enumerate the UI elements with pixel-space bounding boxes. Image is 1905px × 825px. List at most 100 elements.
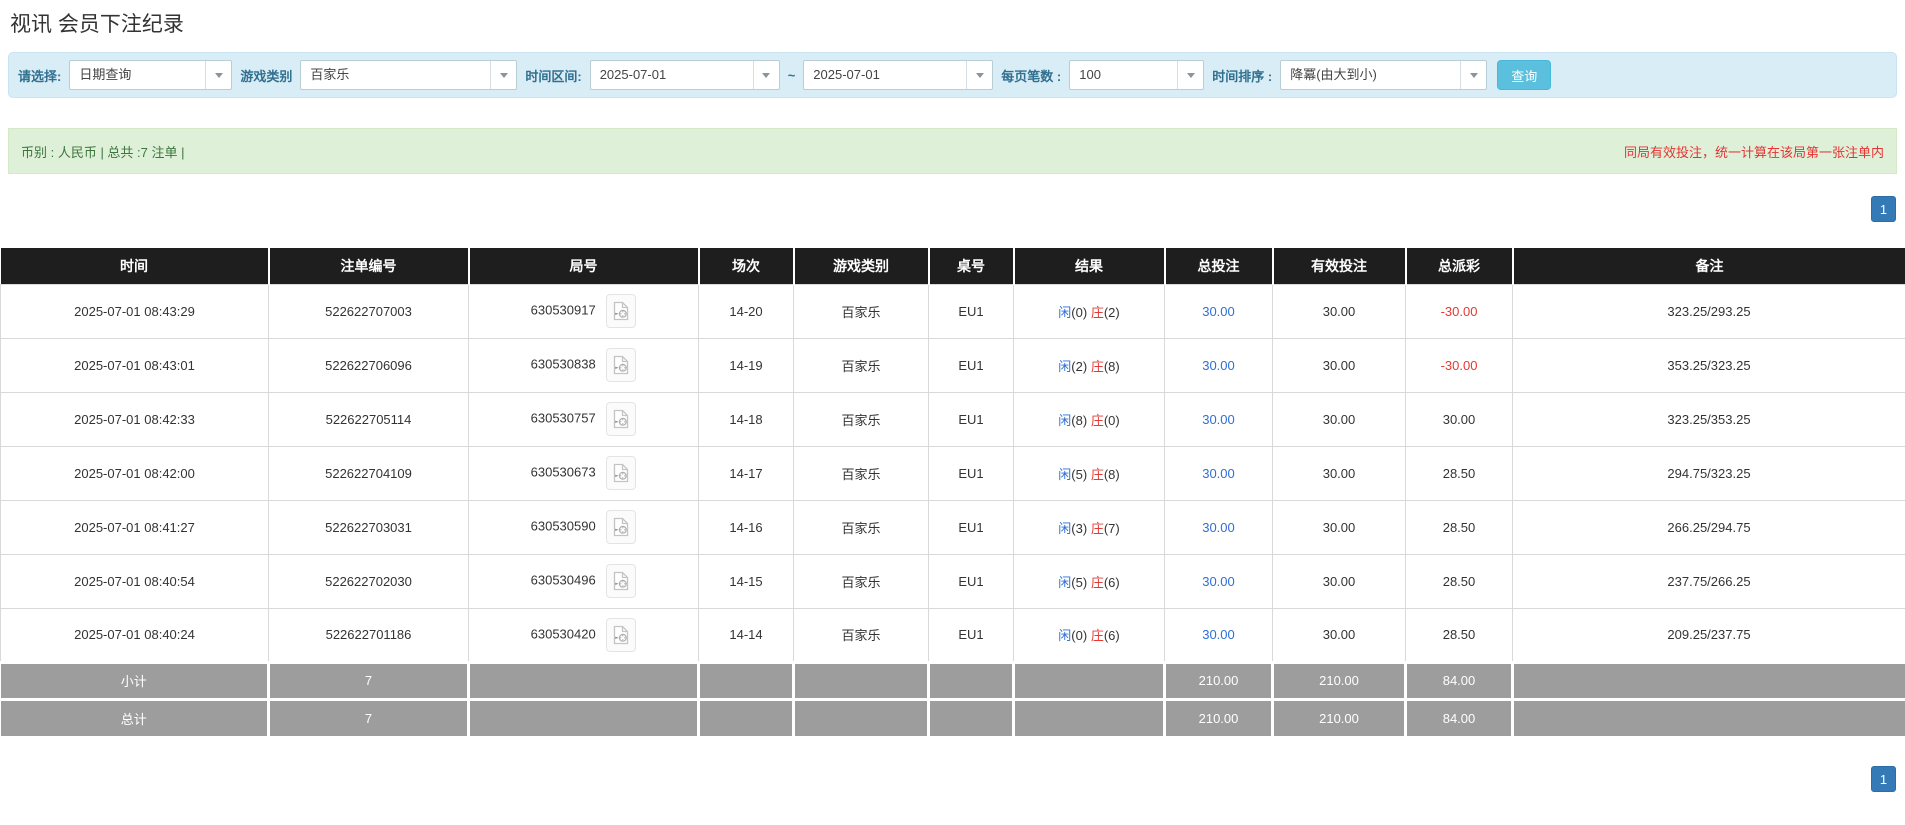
column-header: 备注 bbox=[1513, 248, 1905, 284]
banker-result-value: (6) bbox=[1104, 575, 1120, 590]
round-id-text: 630530590 bbox=[531, 518, 596, 533]
header-row: 时间注单编号局号场次游戏类别桌号结果总投注有效投注总派彩备注 bbox=[1, 248, 1905, 284]
video-replay-button[interactable] bbox=[606, 510, 636, 544]
pagination-page-1[interactable]: 1 bbox=[1871, 766, 1896, 792]
player-result-label: 闲 bbox=[1058, 359, 1071, 374]
cell-session: 14-16 bbox=[699, 500, 794, 554]
cell-session: 14-18 bbox=[699, 392, 794, 446]
video-replay-button[interactable] bbox=[606, 618, 636, 652]
banker-result-label: 庄 bbox=[1091, 628, 1104, 643]
column-header: 注单编号 bbox=[269, 248, 469, 284]
column-header: 桌号 bbox=[929, 248, 1014, 284]
total-bet-link[interactable]: 30.00 bbox=[1202, 574, 1235, 589]
sort-order-select[interactable]: 降冪(由大到小) bbox=[1280, 60, 1487, 90]
search-button[interactable]: 查询 bbox=[1497, 60, 1551, 90]
video-file-icon bbox=[612, 301, 630, 321]
page-size-select[interactable]: 100 bbox=[1069, 60, 1204, 90]
banker-result-label: 庄 bbox=[1091, 575, 1104, 590]
date-mode-select[interactable]: 日期查询 bbox=[69, 60, 232, 90]
chevron-down-icon[interactable] bbox=[1460, 61, 1486, 89]
pagination-top: 1 bbox=[9, 196, 1896, 222]
total-bet-link[interactable]: 30.00 bbox=[1202, 304, 1235, 319]
sort-order-value: 降冪(由大到小) bbox=[1281, 61, 1460, 89]
cell-result: 闲(0) 庄(2) bbox=[1014, 284, 1165, 338]
empty-cell bbox=[699, 699, 794, 736]
total-bet-link[interactable]: 30.00 bbox=[1202, 627, 1235, 642]
cell-total-bet: 30.00 bbox=[1165, 608, 1273, 662]
banker-result-label: 庄 bbox=[1091, 413, 1104, 428]
cell-valid-bet: 30.00 bbox=[1273, 392, 1406, 446]
total-total-bet: 210.00 bbox=[1165, 699, 1273, 736]
cell-result: 闲(5) 庄(8) bbox=[1014, 446, 1165, 500]
column-header: 局号 bbox=[469, 248, 699, 284]
date-to-picker[interactable]: 2025-07-01 bbox=[803, 60, 993, 90]
cell-bet-id: 522622707003 bbox=[269, 284, 469, 338]
sort-order-label: 时间排序 : bbox=[1212, 66, 1272, 85]
empty-cell bbox=[794, 699, 929, 736]
cell-time: 2025-07-01 08:42:00 bbox=[1, 446, 269, 500]
banker-result-label: 庄 bbox=[1091, 305, 1104, 320]
cell-valid-bet: 30.00 bbox=[1273, 284, 1406, 338]
video-file-icon bbox=[612, 409, 630, 429]
video-file-icon bbox=[612, 517, 630, 537]
video-replay-button[interactable] bbox=[606, 348, 636, 382]
total-payout: 84.00 bbox=[1406, 699, 1513, 736]
total-bet-link[interactable]: 30.00 bbox=[1202, 520, 1235, 535]
cell-time: 2025-07-01 08:42:33 bbox=[1, 392, 269, 446]
date-mode-value: 日期查询 bbox=[70, 61, 205, 89]
player-result-value: (5) bbox=[1071, 575, 1087, 590]
player-result-label: 闲 bbox=[1058, 467, 1071, 482]
cell-game-type: 百家乐 bbox=[794, 338, 929, 392]
cell-table-no: EU1 bbox=[929, 608, 1014, 662]
total-count: 7 bbox=[269, 699, 469, 736]
cell-valid-bet: 30.00 bbox=[1273, 338, 1406, 392]
chevron-down-icon[interactable] bbox=[1177, 61, 1203, 89]
banker-result-value: (6) bbox=[1104, 628, 1120, 643]
total-valid-bet: 210.00 bbox=[1273, 699, 1406, 736]
total-bet-link[interactable]: 30.00 bbox=[1202, 412, 1235, 427]
empty-cell bbox=[794, 662, 929, 699]
date-range-label: 时间区间: bbox=[525, 66, 581, 85]
subtotal-label: 小计 bbox=[1, 662, 269, 699]
video-replay-button[interactable] bbox=[606, 294, 636, 328]
player-result-label: 闲 bbox=[1058, 521, 1071, 536]
cell-table-no: EU1 bbox=[929, 554, 1014, 608]
column-header: 有效投注 bbox=[1273, 248, 1406, 284]
cell-game-type: 百家乐 bbox=[794, 446, 929, 500]
chevron-down-icon[interactable] bbox=[490, 61, 516, 89]
cell-valid-bet: 30.00 bbox=[1273, 500, 1406, 554]
column-header: 游戏类别 bbox=[794, 248, 929, 284]
round-id-text: 630530838 bbox=[531, 356, 596, 371]
column-header: 总派彩 bbox=[1406, 248, 1513, 284]
total-bet-link[interactable]: 30.00 bbox=[1202, 466, 1235, 481]
table-row: 2025-07-01 08:42:33 522622705114 6305307… bbox=[1, 392, 1905, 446]
table-row: 2025-07-01 08:41:27 522622703031 6305305… bbox=[1, 500, 1905, 554]
cell-round-id: 630530673 bbox=[469, 446, 699, 500]
video-replay-button[interactable] bbox=[606, 564, 636, 598]
round-id-text: 630530757 bbox=[531, 410, 596, 425]
video-file-icon bbox=[612, 463, 630, 483]
page-title: 视讯 会员下注纪录 bbox=[10, 8, 1905, 38]
cell-round-id: 630530917 bbox=[469, 284, 699, 338]
cell-valid-bet: 30.00 bbox=[1273, 608, 1406, 662]
date-from-picker[interactable]: 2025-07-01 bbox=[590, 60, 780, 90]
notice-text: 同局有效投注，统一计算在该局第一张注单内 bbox=[1624, 142, 1884, 161]
chevron-down-icon[interactable] bbox=[966, 61, 992, 89]
range-separator: ~ bbox=[788, 68, 796, 83]
total-bet-link[interactable]: 30.00 bbox=[1202, 358, 1235, 373]
cell-remark: 237.75/266.25 bbox=[1513, 554, 1905, 608]
filter-bar: 请选择: 日期查询 游戏类别 百家乐 时间区间: 2025-07-01 ~ 20… bbox=[8, 52, 1897, 98]
page-size-value: 100 bbox=[1070, 61, 1177, 89]
total-label: 总计 bbox=[1, 699, 269, 736]
cell-total-bet: 30.00 bbox=[1165, 446, 1273, 500]
game-type-select[interactable]: 百家乐 bbox=[300, 60, 517, 90]
cell-round-id: 630530757 bbox=[469, 392, 699, 446]
cell-remark: 323.25/293.25 bbox=[1513, 284, 1905, 338]
pagination-page-1[interactable]: 1 bbox=[1871, 196, 1896, 222]
round-id-text: 630530917 bbox=[531, 302, 596, 317]
video-replay-button[interactable] bbox=[606, 456, 636, 490]
chevron-down-icon[interactable] bbox=[753, 61, 779, 89]
cell-payout: -30.00 bbox=[1406, 284, 1513, 338]
chevron-down-icon[interactable] bbox=[205, 61, 231, 89]
video-replay-button[interactable] bbox=[606, 402, 636, 436]
